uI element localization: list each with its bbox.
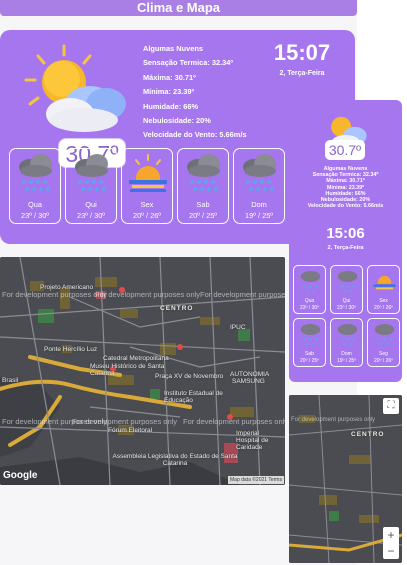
map-watermark: For development purposes only (291, 417, 376, 423)
sunset-icon (128, 154, 168, 198)
rain-cloud-icon (19, 154, 52, 191)
side-forecast-day[interactable]: Sex 20º / 26º (367, 265, 400, 314)
side-day-name: Seg (379, 351, 388, 357)
side-forecast-day[interactable]: Qui 23º / 30º (330, 265, 363, 314)
forecast-day-qui[interactable]: Qui 23º / 30º (65, 148, 117, 224)
current-time: 15:07 (273, 40, 331, 65)
zoom-in-button[interactable]: + (383, 527, 399, 543)
map-label-samsung: SAMSUNG (232, 378, 265, 385)
side-time: 15:06 (326, 225, 365, 242)
forecast-day-range: 20º / 25º (189, 211, 217, 220)
min-temp-text: Mínima: 23.39º (143, 87, 195, 97)
map-label-centro: CENTRO (160, 305, 194, 312)
map-label-projeto: Projeto Americano (40, 284, 94, 291)
weather-details: Algumas Nuvens Sensação Termica: 32.34º … (143, 42, 273, 143)
rain-cloud-icon (75, 154, 108, 191)
rain-cloud-icon (374, 324, 395, 346)
zoom-out-button[interactable]: − (383, 543, 399, 559)
map-attribution[interactable]: Map data ©2021 Terms (228, 476, 284, 484)
fullscreen-icon[interactable]: ⛶ (383, 398, 399, 414)
map-label-forum: Fórum Eleitoral (108, 427, 153, 434)
map-label-autonomia: AUTONOMIA (230, 371, 270, 378)
side-forecast-day[interactable]: Dom 19º / 25º (330, 318, 363, 367)
side-day-range: 23º / 30º (300, 305, 319, 311)
rain-cloud-icon (300, 271, 321, 293)
side-day-range: 20º / 26º (374, 358, 393, 364)
forecast-day-name: Sab (196, 200, 210, 209)
map-label-brasil: Brasil (2, 377, 19, 384)
forecast-day-dom[interactable]: Dom 19º / 25º (233, 148, 285, 224)
forecast-day-range: 23º / 30º (77, 211, 105, 220)
forecast-day-name: Qua (28, 200, 42, 209)
map-label-instituto: Instituto Estadual de Educação (164, 390, 223, 404)
rain-cloud-icon (243, 154, 276, 191)
map-view[interactable]: For development purposes only For develo… (0, 257, 285, 485)
map-watermark: For development purposes only (95, 290, 201, 299)
forecast-day-sex[interactable]: Sex 20º / 26º (121, 148, 173, 224)
side-day-range: 19º / 25º (337, 358, 356, 364)
humidity-text: Humidade: 66% (143, 101, 199, 111)
map-label-praca: Praça XV de Novembro (155, 373, 224, 380)
rain-cloud-icon (337, 271, 358, 293)
side-day-name: Qui (342, 298, 351, 304)
feels-like-text: Sensação Termica: 32.34º (143, 58, 234, 68)
rain-cloud-icon (337, 324, 358, 346)
wind-text: Velocidade do Vento: 5.66m/s (143, 130, 247, 140)
side-weather-card: 30.7º Algumas Nuvens Sensação Termica: 3… (289, 100, 402, 382)
side-day-name: Sex (379, 298, 388, 304)
side-forecast-day[interactable]: Seg 20º / 26º (367, 318, 400, 367)
side-date: 2, Terça-Feira (327, 245, 364, 251)
forecast-list: Qua 23º / 30º Qui 23º / 30º Sex 20º / 26… (9, 148, 285, 224)
forecast-day-range: 23º / 30º (21, 211, 49, 220)
side-map-view[interactable]: For development purposes only CENTRO ⛶ +… (289, 395, 402, 563)
side-wind: Velocidade do Vento: 5.66m/s (307, 203, 384, 210)
side-forecast-day[interactable]: Sab 20º / 25º (293, 318, 326, 367)
map-watermark: For development purposes only (2, 290, 108, 299)
partly-cloudy-icon (24, 44, 126, 132)
app-root: Clima e Mapa 30.7º Algumas Nuvens Sensaç… (0, 0, 407, 565)
forecast-day-name: Sex (140, 200, 154, 209)
side-day-range: 23º / 30º (337, 305, 356, 311)
side-forecast-grid: Qua 23º / 30º Qui 23º / 30º Sex 20º / 26… (293, 265, 400, 367)
forecast-day-sab[interactable]: Sab 20º / 25º (177, 148, 229, 224)
side-day-range: 20º / 26º (374, 305, 393, 311)
forecast-day-range: 19º / 25º (245, 211, 273, 220)
side-day-name: Sab (305, 351, 314, 357)
forecast-day-range: 20º / 26º (133, 211, 161, 220)
rain-cloud-icon (300, 324, 321, 346)
side-day-name: Qua (304, 298, 315, 304)
map-label-centro: CENTRO (351, 431, 385, 438)
forecast-day-name: Dom (251, 200, 267, 209)
clock: 15:07 2, Terça-Feira (262, 40, 342, 77)
max-temp-text: Máxima: 30.71º (143, 72, 196, 82)
map-watermark: For development purposes only (183, 417, 285, 426)
current-date: 2, Terça-Feira (279, 70, 325, 77)
map-label-ipuc: IPUC (230, 324, 246, 331)
side-forecast-day[interactable]: Qua 23º / 30º (293, 265, 326, 314)
side-temperature: 30.7º (325, 140, 365, 160)
condition-text: Algumas Nuvens (143, 44, 203, 53)
forecast-day-qua[interactable]: Qua 23º / 30º (9, 148, 61, 224)
side-weather-details: Algumas Nuvens Sensação Termica: 32.34º … (289, 166, 402, 209)
cloudiness-text: Nebulosidade: 20% (143, 115, 211, 125)
zoom-control: + − (383, 527, 399, 559)
google-logo[interactable]: Google (3, 470, 37, 481)
forecast-day-name: Qui (85, 200, 97, 209)
side-day-range: 20º / 25º (300, 358, 319, 364)
map-watermark: For development purposes only (72, 417, 178, 426)
page-title: Clima e Mapa (0, 0, 357, 16)
map-watermark: For development purposes only (200, 290, 285, 299)
map-label-ponte: Ponte Hercílio Luz (44, 346, 98, 353)
sunset-icon (372, 275, 397, 296)
map-label-assembleia: Assembleia Legislativa do Estado de Sant… (112, 453, 238, 467)
rain-cloud-icon (187, 154, 220, 191)
side-day-name: Dom (341, 351, 352, 357)
map-label-imperial: Imperial Hospital de Caridade (236, 430, 269, 451)
map-label-catedral: Catedral Metropolitana (103, 355, 169, 362)
